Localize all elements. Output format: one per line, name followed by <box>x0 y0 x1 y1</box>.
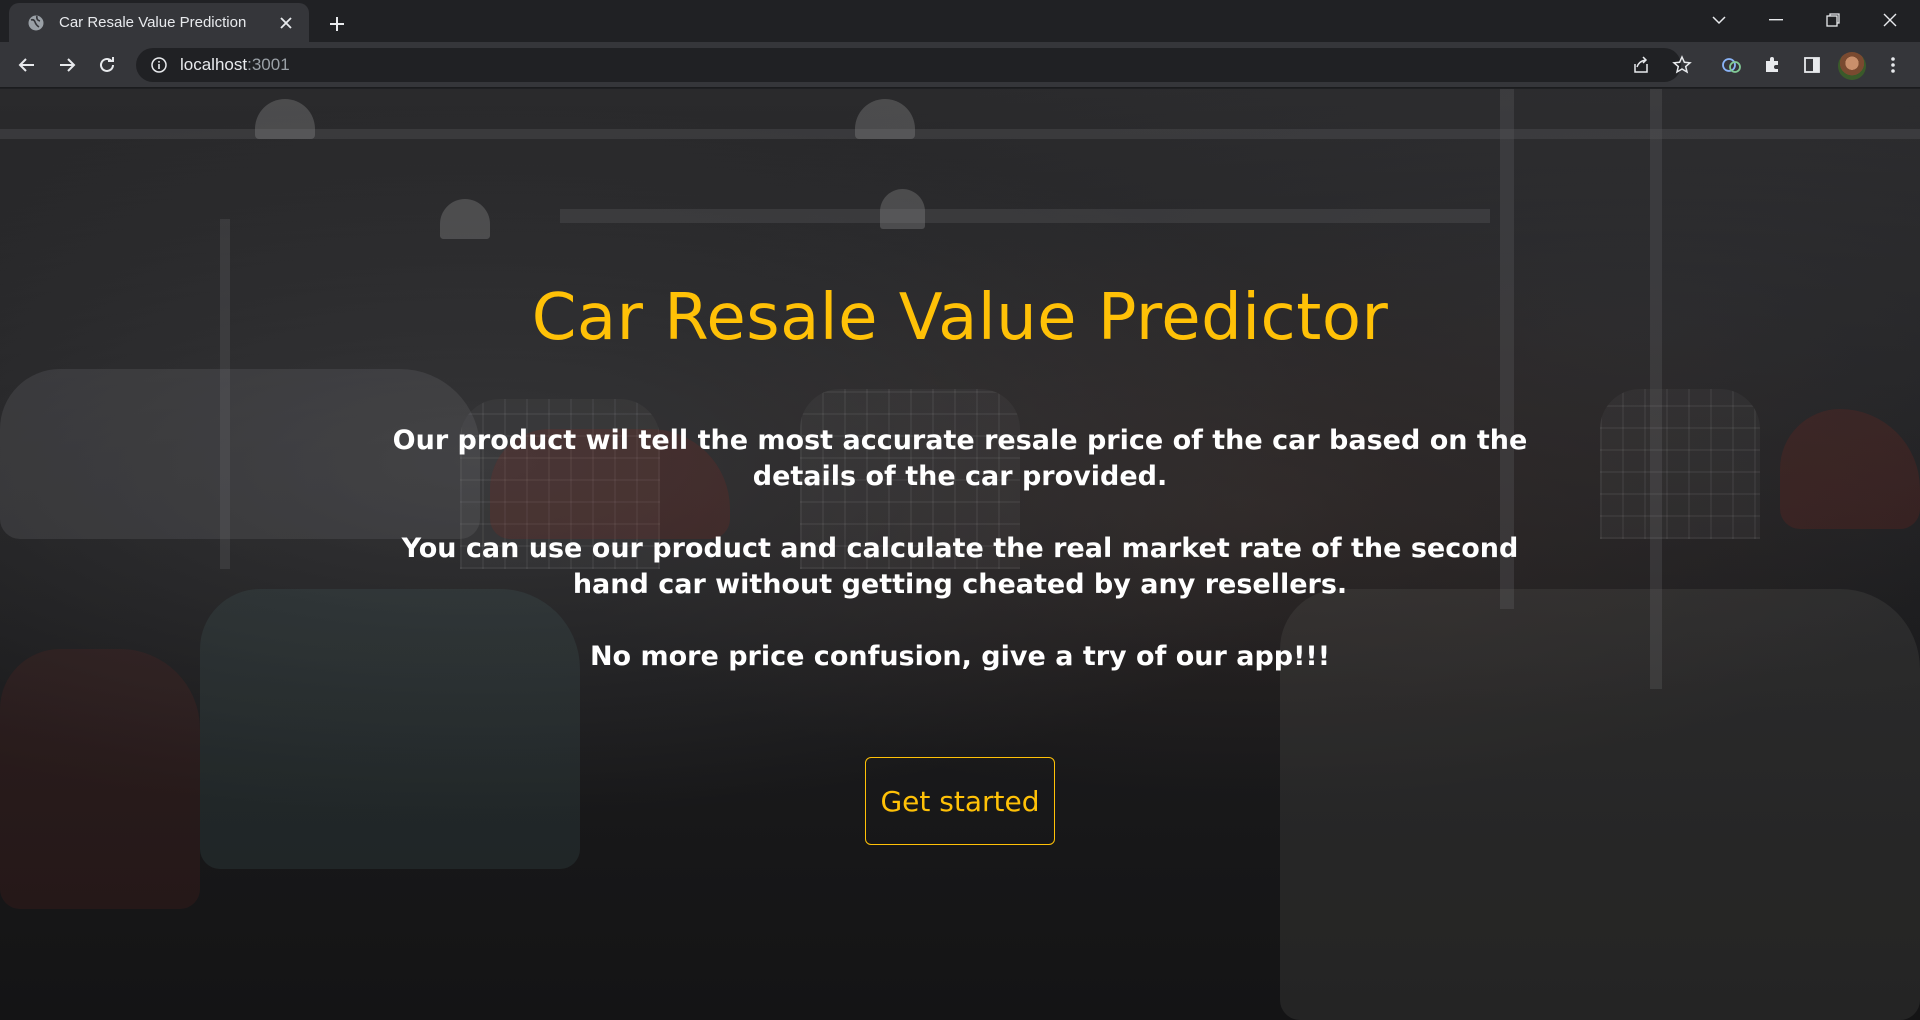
info-icon[interactable] <box>150 56 168 74</box>
value-paragraph: You can use our product and calculate th… <box>401 533 1519 600</box>
url-port: :3001 <box>247 55 290 74</box>
puzzle-icon[interactable] <box>1757 50 1787 80</box>
window-close-icon[interactable] <box>1867 0 1913 40</box>
get-started-button[interactable]: Get started <box>865 757 1055 845</box>
url-host: localhost <box>180 55 248 74</box>
kebab-menu-icon[interactable] <box>1878 50 1908 80</box>
side-panel-icon[interactable] <box>1797 50 1827 80</box>
star-icon[interactable] <box>1667 50 1697 80</box>
profile-avatar[interactable] <box>1838 52 1866 80</box>
arrow-right-icon[interactable] <box>51 49 83 81</box>
restore-icon[interactable] <box>1810 0 1856 40</box>
hero-section: Car Resale Value Predictor Our product w… <box>0 89 1920 1020</box>
address-bar[interactable]: localhost:3001 <box>136 48 1681 82</box>
share-icon[interactable] <box>1626 50 1656 80</box>
reload-icon[interactable] <box>91 49 123 81</box>
tab-title: Car Resale Value Prediction <box>59 14 247 31</box>
close-icon[interactable] <box>275 12 297 34</box>
browser-toolbar: localhost:3001 <box>0 42 1920 88</box>
page-title: Car Resale Value Predictor <box>531 281 1389 355</box>
globe-icon <box>27 14 45 32</box>
minimize-icon[interactable] <box>1753 0 1799 40</box>
intro-paragraph: Our product wil tell the most accurate r… <box>392 425 1528 492</box>
browser-tab-active[interactable]: Car Resale Value Prediction <box>9 3 309 42</box>
chevron-down-icon[interactable] <box>1696 0 1742 40</box>
plus-icon[interactable] <box>322 9 352 39</box>
tagline-paragraph: No more price confusion, give a try of o… <box>589 641 1331 672</box>
arrow-left-icon[interactable] <box>11 49 43 81</box>
cloud-extension-icon[interactable] <box>1717 50 1747 80</box>
page-viewport: Car Resale Value Predictor Our product w… <box>0 89 1920 1020</box>
browser-tabstrip: Car Resale Value Prediction <box>0 0 1920 42</box>
